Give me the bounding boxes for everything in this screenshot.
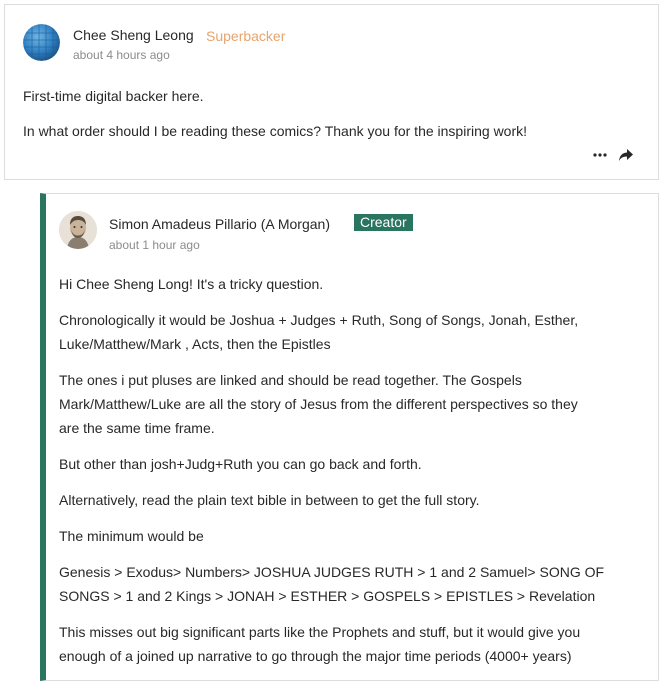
- comment-timestamp: about 4 hours ago: [73, 48, 170, 62]
- reply-line: Genesis > Exodus> Numbers> JOSHUA JUDGES…: [59, 564, 605, 580]
- avatar[interactable]: [23, 24, 60, 61]
- share-arrow-icon[interactable]: [618, 148, 634, 162]
- reply-timestamp: about 1 hour ago: [109, 238, 200, 252]
- comment-paragraph: In what order should I be reading these …: [23, 123, 528, 139]
- comment-card: Chee Sheng Leong Superbacker about 4 hou…: [4, 4, 659, 180]
- reply-line: Alternatively, read the plain text bible…: [59, 492, 480, 508]
- comment-paragraph: First-time digital backer here.: [23, 88, 204, 104]
- reply-line: Chronologically it would be Joshua + Jud…: [59, 312, 579, 328]
- reply-line: But other than josh+Judg+Ruth you can go…: [59, 456, 422, 472]
- reply-card: Simon Amadeus Pillario (A Morgan) Creato…: [40, 193, 659, 681]
- avatar[interactable]: [59, 211, 97, 249]
- reply-line: are the same time frame.: [59, 420, 215, 436]
- creator-badge: Creator: [354, 214, 413, 231]
- reply-line: The minimum would be: [59, 528, 204, 544]
- reply-line: This misses out big significant parts li…: [59, 624, 581, 640]
- reply-line: enough of a joined up narrative to go th…: [59, 648, 572, 664]
- comment-author-name[interactable]: Chee Sheng Leong: [73, 27, 194, 43]
- superbacker-badge: Superbacker: [206, 28, 286, 44]
- reply-line: The ones i put pluses are linked and sho…: [59, 372, 522, 388]
- reply-line: Luke/Matthew/Mark , Acts, then the Epist…: [59, 336, 331, 352]
- avatar-portrait-icon: [59, 211, 97, 249]
- reply-author-name[interactable]: Simon Amadeus Pillario (A Morgan): [109, 216, 330, 232]
- more-horizontal-icon[interactable]: [593, 153, 607, 157]
- reply-line: SONGS > 1 and 2 Kings > JONAH > ESTHER >…: [59, 588, 596, 604]
- reply-line: Mark/Matthew/Luke are all the story of J…: [59, 396, 578, 412]
- reply-line: Hi Chee Sheng Long! It's a tricky questi…: [59, 276, 324, 292]
- avatar-globe-icon: [23, 24, 60, 61]
